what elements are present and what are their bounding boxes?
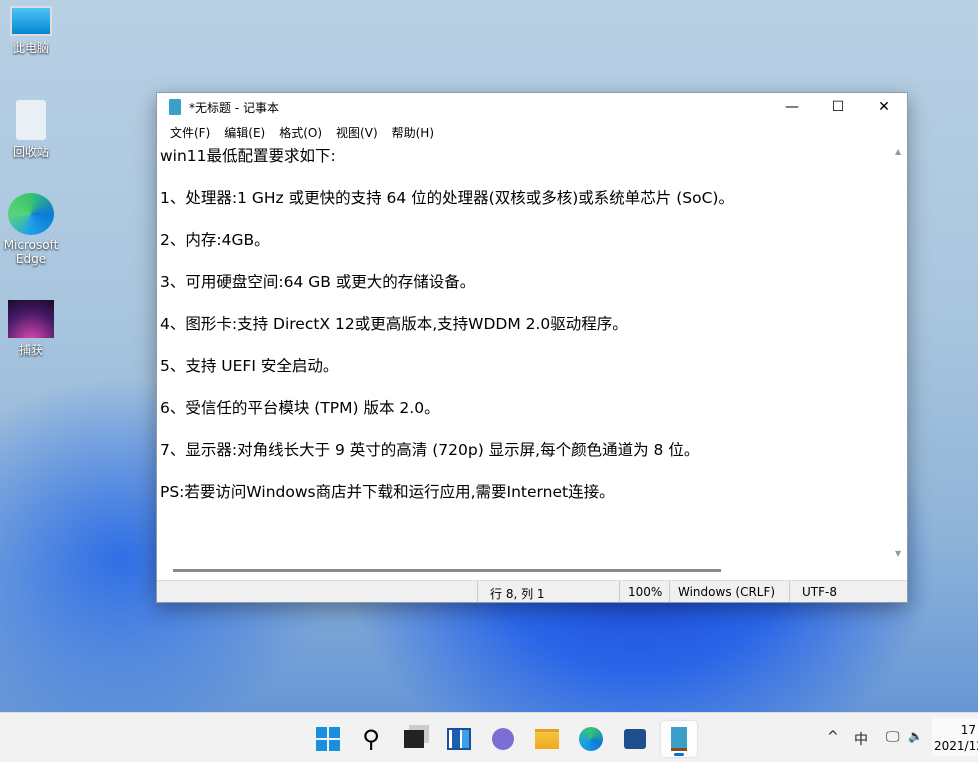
widgets-icon (447, 728, 471, 750)
ime-indicator[interactable]: 中 (854, 729, 868, 749)
search-icon: ⚲ (362, 725, 380, 753)
menu-view[interactable]: 视图(V) (329, 124, 385, 141)
computer-icon (10, 6, 52, 36)
teams-chat-button[interactable] (485, 721, 521, 757)
cursor-position: 行 8, 列 1 (477, 581, 619, 602)
edge-taskbar-button[interactable] (573, 721, 609, 757)
task-view-icon (404, 730, 424, 748)
show-hidden-icons-button[interactable]: ^ (827, 729, 839, 745)
edge-icon (8, 193, 54, 235)
zoom-level: 100% (619, 581, 669, 602)
line-ending: Windows (CRLF) (669, 581, 789, 602)
clock-date: 2021/12 (934, 739, 978, 753)
notepad-taskbar-button[interactable] (661, 721, 697, 757)
windows-logo-icon (316, 727, 340, 751)
recycle-bin-icon (16, 100, 46, 140)
desktop-icon-label: Microsoft Edge (3, 238, 59, 266)
start-button[interactable] (310, 721, 346, 757)
menu-file[interactable]: 文件(F) (163, 124, 217, 141)
active-indicator (674, 753, 684, 756)
horizontal-scrollbar[interactable] (157, 562, 907, 580)
close-button[interactable]: ✕ (861, 93, 907, 121)
vertical-scrollbar[interactable]: ▲ ▼ (891, 143, 907, 562)
menu-help[interactable]: 帮助(H) (385, 124, 441, 141)
file-explorer-button[interactable] (529, 721, 565, 757)
desktop-icon-this-pc[interactable]: 此电脑 (0, 4, 62, 56)
encoding: UTF-8 (789, 581, 907, 602)
task-view-button[interactable] (396, 721, 432, 757)
desktop-icon-edge[interactable]: Microsoft Edge (0, 193, 62, 266)
desktop-icon-label: 捕获 (18, 343, 43, 357)
minimize-button[interactable]: — (769, 93, 815, 121)
desktop-icon-label: 此电脑 (12, 41, 49, 55)
edge-icon (579, 727, 603, 751)
scroll-up-arrow-icon[interactable]: ▲ (895, 147, 901, 156)
notepad-icon (671, 727, 687, 751)
status-bar: 行 8, 列 1 100% Windows (CRLF) UTF-8 (157, 580, 907, 602)
clock-time: 17 (960, 723, 976, 737)
desktop-icon-capture[interactable]: 捕获 (0, 300, 62, 358)
scrollbar-thumb[interactable] (173, 569, 721, 572)
menu-bar: 文件(F) 编辑(E) 格式(O) 视图(V) 帮助(H) (157, 121, 907, 143)
maximize-button[interactable]: ☐ (815, 93, 861, 121)
text-editor[interactable]: win11最低配置要求如下: 1、处理器:1 GHz 或更快的支持 64 位的处… (157, 143, 891, 562)
notepad-icon (169, 99, 181, 115)
widgets-button[interactable] (441, 721, 477, 757)
scroll-down-arrow-icon[interactable]: ▼ (895, 549, 901, 558)
volume-icon[interactable]: 🔈 (908, 729, 923, 743)
store-icon (624, 729, 646, 749)
taskbar: ⚲ ^ 中 🖵 🔈 17 2021/12 (0, 712, 978, 762)
folder-icon (535, 729, 559, 749)
notepad-window: *无标题 - 记事本 — ☐ ✕ 文件(F) 编辑(E) 格式(O) 视图(V)… (156, 92, 908, 603)
clock[interactable]: 17 2021/12 (932, 718, 978, 756)
desktop-icon-recycle-bin[interactable]: 回收站 (0, 100, 62, 160)
window-title: *无标题 - 记事本 (189, 100, 279, 115)
store-button[interactable] (617, 721, 653, 757)
network-icon[interactable]: 🖵 (886, 729, 900, 745)
menu-format[interactable]: 格式(O) (272, 124, 329, 141)
desktop-icon-label: 回收站 (12, 145, 49, 159)
search-button[interactable]: ⚲ (353, 721, 389, 757)
menu-edit[interactable]: 编辑(E) (217, 124, 272, 141)
image-thumbnail-icon (8, 300, 54, 338)
chat-icon (492, 728, 514, 750)
title-bar: *无标题 - 记事本 — ☐ ✕ (157, 93, 907, 121)
